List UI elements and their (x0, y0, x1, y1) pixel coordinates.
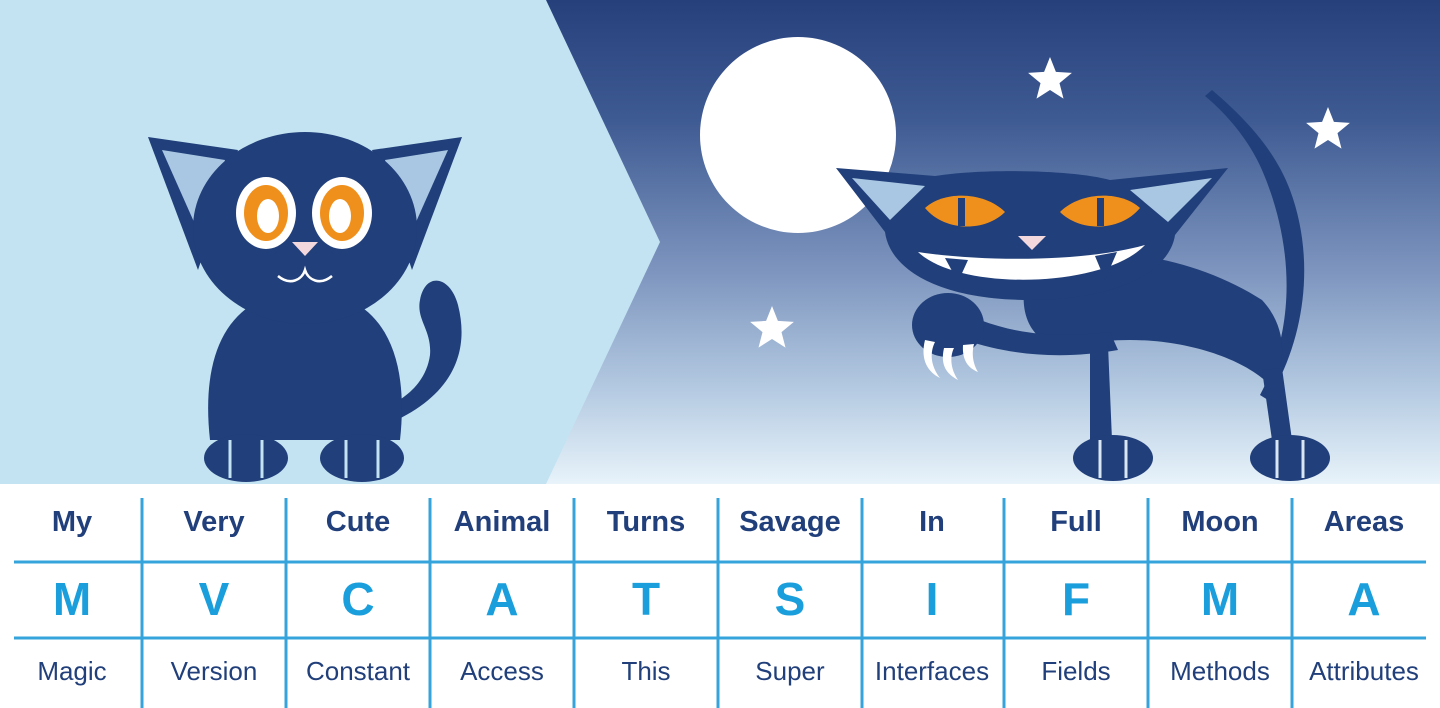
mnemonic-letter: I (925, 573, 939, 625)
mnemonic-word: My (51, 506, 93, 538)
cat-paw (204, 434, 288, 482)
mnemonic-column: Very V Version (142, 484, 286, 708)
mnemonic-column: My M Magic (0, 484, 144, 708)
mnemonic-word: Turns (606, 506, 686, 538)
mnemonic-column: Cute C Constant (286, 484, 430, 708)
mnemonic-column: In I Interfaces (860, 484, 1004, 708)
mnemonic-column: Full F Fields (1004, 484, 1148, 708)
modifier-meaning: Magic (37, 656, 107, 686)
mnemonic-letter: M (1200, 573, 1240, 625)
modifier-meaning: Access (460, 656, 544, 686)
mnemonic-word: Very (183, 506, 245, 538)
illustration-page: My M Magic Very V Version Cute C Constan… (0, 0, 1440, 708)
modifier-meaning: Fields (1041, 656, 1111, 686)
table-cells: My M Magic Very V Version Cute C Constan… (0, 484, 1440, 708)
modifier-meaning: Constant (305, 656, 411, 686)
modifier-meaning: Version (170, 656, 258, 686)
mnemonic-column: Areas A Attributes (1292, 484, 1436, 708)
mnemonic-column: Turns T This (574, 484, 718, 708)
mnemonic-letter: S (774, 573, 806, 625)
mnemonic-word: Savage (739, 506, 841, 538)
mnemonic-column: Savage S Super (718, 484, 862, 708)
mnemonic-column: Animal A Access (430, 484, 574, 708)
mnemonic-word: Full (1050, 506, 1102, 538)
modifier-meaning: Attributes (1309, 656, 1419, 686)
cat-paw (320, 434, 404, 482)
mnemonic-letter: A (1347, 573, 1381, 625)
mnemonic-letter: V (198, 573, 230, 625)
mnemonic-letter: F (1061, 573, 1091, 625)
modifier-meaning: Super (755, 656, 825, 686)
mnemonic-word: In (919, 506, 945, 538)
modifier-meaning: This (621, 656, 671, 686)
mnemonic-table: My M Magic Very V Version Cute C Constan… (0, 484, 1440, 708)
modifier-meaning: Interfaces (874, 656, 990, 686)
mnemonic-word: Moon (1181, 506, 1259, 538)
cat-head (193, 132, 417, 324)
savage-cat-paw (1250, 435, 1330, 481)
savage-cat-paw (1073, 435, 1153, 481)
mnemonic-letter: M (52, 573, 92, 625)
mnemonic-letter: A (485, 573, 519, 625)
illustration-scene (0, 0, 1440, 484)
mnemonic-word: Animal (453, 506, 551, 538)
modifier-meaning: Methods (1170, 656, 1270, 686)
mnemonic-word: Cute (325, 506, 391, 538)
mnemonic-word: Areas (1323, 506, 1405, 538)
mnemonic-letter: T (631, 573, 661, 625)
mnemonic-column: Moon M Methods (1148, 484, 1292, 708)
mnemonic-letter: C (341, 573, 375, 625)
